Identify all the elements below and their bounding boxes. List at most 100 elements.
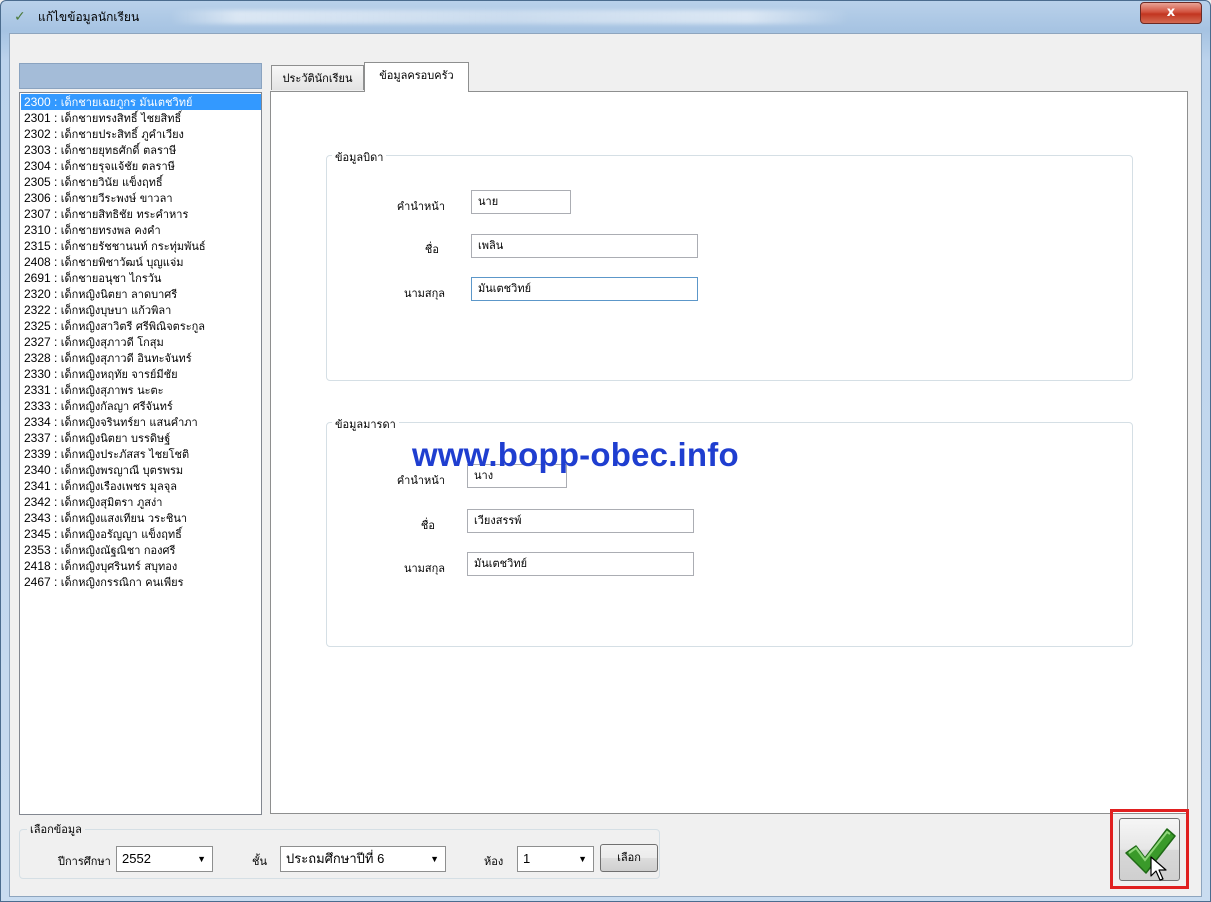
student-name: เด็กหญิงเรืองเพชร มุลจุล bbox=[60, 480, 177, 493]
list-item[interactable]: 2333 : เด็กหญิงกัลญา ศรีจันทร์ bbox=[21, 398, 261, 414]
grade-select[interactable]: ประถมศึกษาปีที่ 6 ▼ bbox=[280, 846, 446, 872]
student-name: เด็กหญิงสุภาวดี โกสุม bbox=[60, 336, 164, 349]
list-item[interactable]: 2302 : เด็กชายประสิทธิ์ ภูคำเวียง bbox=[21, 126, 261, 142]
mother-name-field[interactable]: เวียงสรรพ์ bbox=[467, 509, 694, 533]
student-code: 2302 bbox=[24, 127, 51, 141]
list-item[interactable]: 2325 : เด็กหญิงสาวิตรี ศรีพิณิจตระกูล bbox=[21, 318, 261, 334]
list-item[interactable]: 2307 : เด็กชายสิทธิชัย ทระคำหาร bbox=[21, 206, 261, 222]
father-surname-label: นามสกุล bbox=[403, 287, 445, 300]
mouse-cursor-icon bbox=[1150, 856, 1167, 881]
student-name: เด็กชายรุจแจ้ชัย ตลราษี bbox=[60, 160, 175, 173]
separator: : bbox=[50, 239, 61, 253]
year-select[interactable]: 2552 ▼ bbox=[116, 846, 213, 872]
list-item[interactable]: 2691 : เด็กชายอนุชา ไกรวัน bbox=[21, 270, 261, 286]
student-name: เด็กหญิงแสงเทียน วระชินา bbox=[60, 512, 188, 525]
separator: : bbox=[50, 95, 61, 109]
list-item[interactable]: 2334 : เด็กหญิงจรินทร์ยา แสนคำภา bbox=[21, 414, 261, 430]
father-name-field[interactable]: เพลิน bbox=[471, 234, 698, 258]
tab-student-history[interactable]: ประวัตินักเรียน bbox=[271, 65, 364, 90]
student-code: 2418 bbox=[24, 559, 51, 573]
year-label: ปีการศึกษา bbox=[58, 855, 111, 868]
student-list[interactable]: 2300 : เด็กชายเฉยภูกร มันเตชวิทย์ 2301 : … bbox=[19, 92, 262, 815]
student-code: 2340 bbox=[24, 463, 51, 477]
list-item[interactable]: 2337 : เด็กหญิงนิตยา บรรดิษฐ์ bbox=[21, 430, 261, 446]
list-item[interactable]: 2353 : เด็กหญิงณัฐณิชา กองศรี bbox=[21, 542, 261, 558]
student-code: 2320 bbox=[24, 287, 51, 301]
student-list-header bbox=[19, 63, 262, 89]
tab-family-info[interactable]: ข้อมูลครอบครัว bbox=[364, 62, 469, 92]
list-item[interactable]: 2467 : เด็กหญิงกรรณิกา คนเพียร bbox=[21, 574, 261, 590]
mother-surname-label: นามสกุล bbox=[403, 562, 445, 575]
list-item[interactable]: 2342 : เด็กหญิงสุมิตรา ภูสง่า bbox=[21, 494, 261, 510]
list-item[interactable]: 2300 : เด็กชายเฉยภูกร มันเตชวิทย์ bbox=[21, 94, 261, 110]
student-code: 2328 bbox=[24, 351, 51, 365]
student-code: 2467 bbox=[24, 575, 51, 589]
chevron-down-icon: ▼ bbox=[430, 854, 439, 864]
room-select[interactable]: 1 ▼ bbox=[517, 846, 594, 872]
blurred-title-detail bbox=[170, 10, 850, 24]
list-item[interactable]: 2330 : เด็กหญิงหฤทัย จารย์มีชัย bbox=[21, 366, 261, 382]
student-code: 2339 bbox=[24, 447, 51, 461]
list-item[interactable]: 2305 : เด็กชายวินัย แข็งฤทธิ์ bbox=[21, 174, 261, 190]
father-surname-field[interactable]: มันเตชวิทย์ bbox=[471, 277, 698, 301]
student-name: เด็กชายวินัย แข็งฤทธิ์ bbox=[60, 176, 163, 189]
student-name: เด็กชายสิทธิชัย ทระคำหาร bbox=[60, 208, 189, 221]
student-code: 2691 bbox=[24, 271, 51, 285]
student-name: เด็กหญิงสุภาวดี อินทะจันทร์ bbox=[60, 352, 192, 365]
student-name: เด็กหญิงกรรณิกา คนเพียร bbox=[60, 576, 184, 589]
separator: : bbox=[50, 479, 61, 493]
student-code: 2325 bbox=[24, 319, 51, 333]
student-name: เด็กหญิงอรัญญา แข็งฤทธิ์ bbox=[60, 528, 182, 541]
student-name: เด็กหญิงณัฐณิชา กองศรี bbox=[60, 544, 176, 557]
mother-surname-field[interactable]: มันเตชวิทย์ bbox=[467, 552, 694, 576]
separator: : bbox=[50, 207, 61, 221]
close-button[interactable]: x bbox=[1140, 2, 1202, 24]
list-item[interactable]: 2340 : เด็กหญิงพรญาณี บุตรพรม bbox=[21, 462, 261, 478]
student-code: 2307 bbox=[24, 207, 51, 221]
separator: : bbox=[50, 319, 61, 333]
student-name: เด็กชายรัชชานนท์ กระทุ่มพันธ์ bbox=[60, 240, 206, 253]
list-item[interactable]: 2327 : เด็กหญิงสุภาวดี โกสุม bbox=[21, 334, 261, 350]
list-item[interactable]: 2418 : เด็กหญิงบุศรินทร์ สบุทอง bbox=[21, 558, 261, 574]
father-prefix-field[interactable]: นาย bbox=[471, 190, 571, 214]
student-name: เด็กหญิงหฤทัย จารย์มีชัย bbox=[60, 368, 178, 381]
separator: : bbox=[50, 415, 61, 429]
list-item[interactable]: 2306 : เด็กชายวีระพงษ์ ขาวลา bbox=[21, 190, 261, 206]
list-item[interactable]: 2303 : เด็กชายยุทธศักดิ์ ตลราษี bbox=[21, 142, 261, 158]
list-item[interactable]: 2331 : เด็กหญิงสุภาพร นะตะ bbox=[21, 382, 261, 398]
list-item[interactable]: 2315 : เด็กชายรัชชานนท์ กระทุ่มพันธ์ bbox=[21, 238, 261, 254]
student-code: 2341 bbox=[24, 479, 51, 493]
separator: : bbox=[50, 223, 61, 237]
separator: : bbox=[50, 287, 61, 301]
list-item[interactable]: 2345 : เด็กหญิงอรัญญา แข็งฤทธิ์ bbox=[21, 526, 261, 542]
father-info-group bbox=[326, 155, 1133, 381]
student-name: เด็กหญิงจรินทร์ยา แสนคำภา bbox=[60, 416, 198, 429]
list-item[interactable]: 2339 : เด็กหญิงประภัสสร ไชยโชติ bbox=[21, 446, 261, 462]
separator: : bbox=[50, 447, 61, 461]
student-name: เด็กหญิงประภัสสร ไชยโชติ bbox=[60, 448, 190, 461]
chevron-down-icon: ▼ bbox=[578, 854, 587, 864]
list-item[interactable]: 2328 : เด็กหญิงสุภาวดี อินทะจันทร์ bbox=[21, 350, 261, 366]
mother-name-label: ชื่อ bbox=[420, 519, 435, 532]
list-item[interactable]: 2322 : เด็กหญิงบุษบา แก้วพิลา bbox=[21, 302, 261, 318]
select-button[interactable]: เลือก bbox=[600, 844, 658, 872]
list-item[interactable]: 2343 : เด็กหญิงแสงเทียน วระชินา bbox=[21, 510, 261, 526]
list-item[interactable]: 2341 : เด็กหญิงเรืองเพชร มุลจุล bbox=[21, 478, 261, 494]
student-name: เด็กหญิงนิตยา บรรดิษฐ์ bbox=[60, 432, 171, 445]
list-item[interactable]: 2304 : เด็กชายรุจแจ้ชัย ตลราษี bbox=[21, 158, 261, 174]
list-item[interactable]: 2408 : เด็กชายพิชาวัฒน์ บุญแจ่ม bbox=[21, 254, 261, 270]
check-icon: ✓ bbox=[14, 9, 26, 25]
student-name: เด็กหญิงบุษบา แก้วพิลา bbox=[60, 304, 172, 317]
separator: : bbox=[50, 159, 61, 173]
list-item[interactable]: 2320 : เด็กหญิงนิตยา ลาดบาศรี bbox=[21, 286, 261, 302]
separator: : bbox=[50, 575, 61, 589]
student-code: 2331 bbox=[24, 383, 51, 397]
separator: : bbox=[50, 559, 61, 573]
student-name: เด็กชายยุทธศักดิ์ ตลราษี bbox=[60, 144, 177, 157]
list-item[interactable]: 2301 : เด็กชายทรงสิทธิ์ ไชยสิทธิ์ bbox=[21, 110, 261, 126]
list-item[interactable]: 2310 : เด็กชายทรงพล คงคำ bbox=[21, 222, 261, 238]
separator: : bbox=[50, 495, 61, 509]
room-select-value: 1 bbox=[523, 851, 531, 866]
watermark-text: www.bopp-obec.info bbox=[412, 436, 739, 473]
student-name: เด็กหญิงสุภาพร นะตะ bbox=[60, 384, 164, 397]
